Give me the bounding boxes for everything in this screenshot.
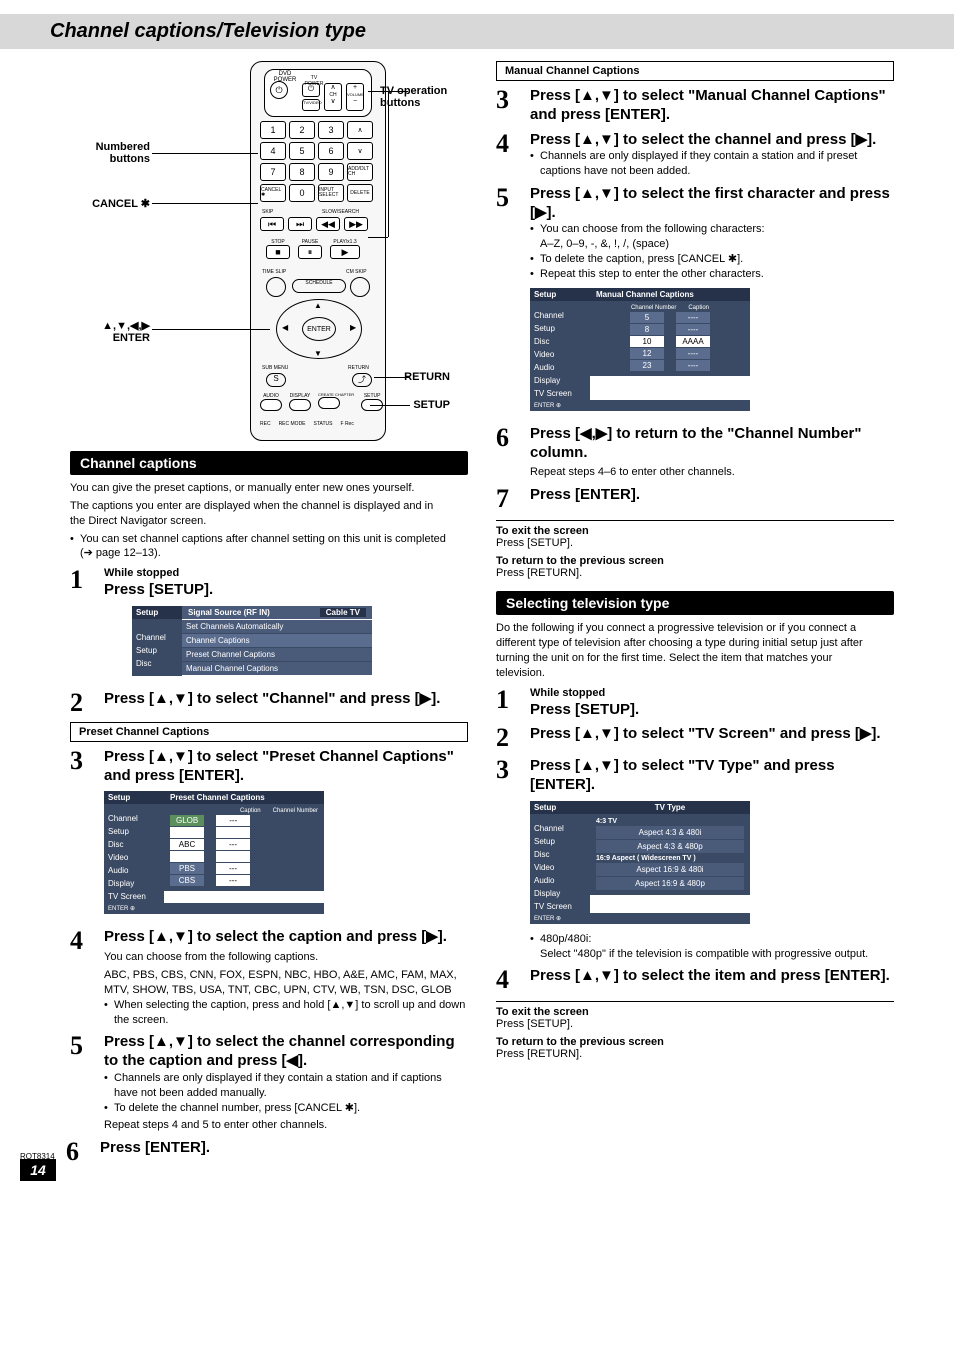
step-number: 4 (496, 967, 520, 993)
callout-setup: SETUP (413, 399, 450, 411)
callout-numbered: Numbered buttons (70, 141, 150, 165)
page-number: 14 (20, 1159, 56, 1181)
osd-preset-captions: Setup Channel Setup Disc Video Audio Dis… (104, 791, 324, 914)
callout-enter: ▲,▼,◀,▶ ENTER (70, 319, 150, 344)
step-number: 2 (496, 725, 520, 751)
section-channel-captions: Channel captions (70, 451, 468, 475)
callout-tv-op: TV operation buttons (380, 85, 450, 109)
step-number: 6 (66, 1139, 90, 1165)
box-manual-captions: Manual Channel Captions (496, 61, 894, 81)
intro-bullet: •You can set channel captions after chan… (70, 532, 450, 562)
section-tv-type: Selecting television type (496, 591, 894, 615)
callout-return: RETURN (404, 371, 450, 383)
callout-cancel: CANCEL ✱ (70, 197, 150, 210)
page-title: Channel captions/Television type (50, 20, 926, 43)
intro-text-2: The captions you enter are displayed whe… (70, 499, 450, 529)
osd-setup-menu: Setup Channel Setup Disc Signal Source (… (132, 606, 372, 676)
step-number: 2 (70, 690, 94, 716)
step-number: 1 (70, 567, 94, 684)
osd-tv-type: Setup Channel Setup Disc Video Audio Dis… (530, 801, 750, 924)
step-number: 4 (496, 131, 520, 179)
step-number: 6 (496, 425, 520, 480)
step-number: 4 (70, 928, 94, 1027)
step-number: 7 (496, 486, 520, 512)
osd-manual-captions: Setup Channel Setup Disc Video Audio Dis… (530, 288, 750, 411)
step-number: 3 (496, 757, 520, 961)
remote-illustration: DVD POWER ⏻ TV POWER ⏻ ∧CH∨ +VOLUME− TV/… (70, 61, 450, 441)
box-preset-captions: Preset Channel Captions (70, 722, 468, 742)
step-number: 5 (496, 185, 520, 419)
step-number: 3 (70, 748, 94, 923)
step-number: 1 (496, 687, 520, 720)
step-number: 5 (70, 1033, 94, 1133)
intro-text: You can give the preset captions, or man… (70, 481, 450, 496)
step-number: 3 (496, 87, 520, 125)
